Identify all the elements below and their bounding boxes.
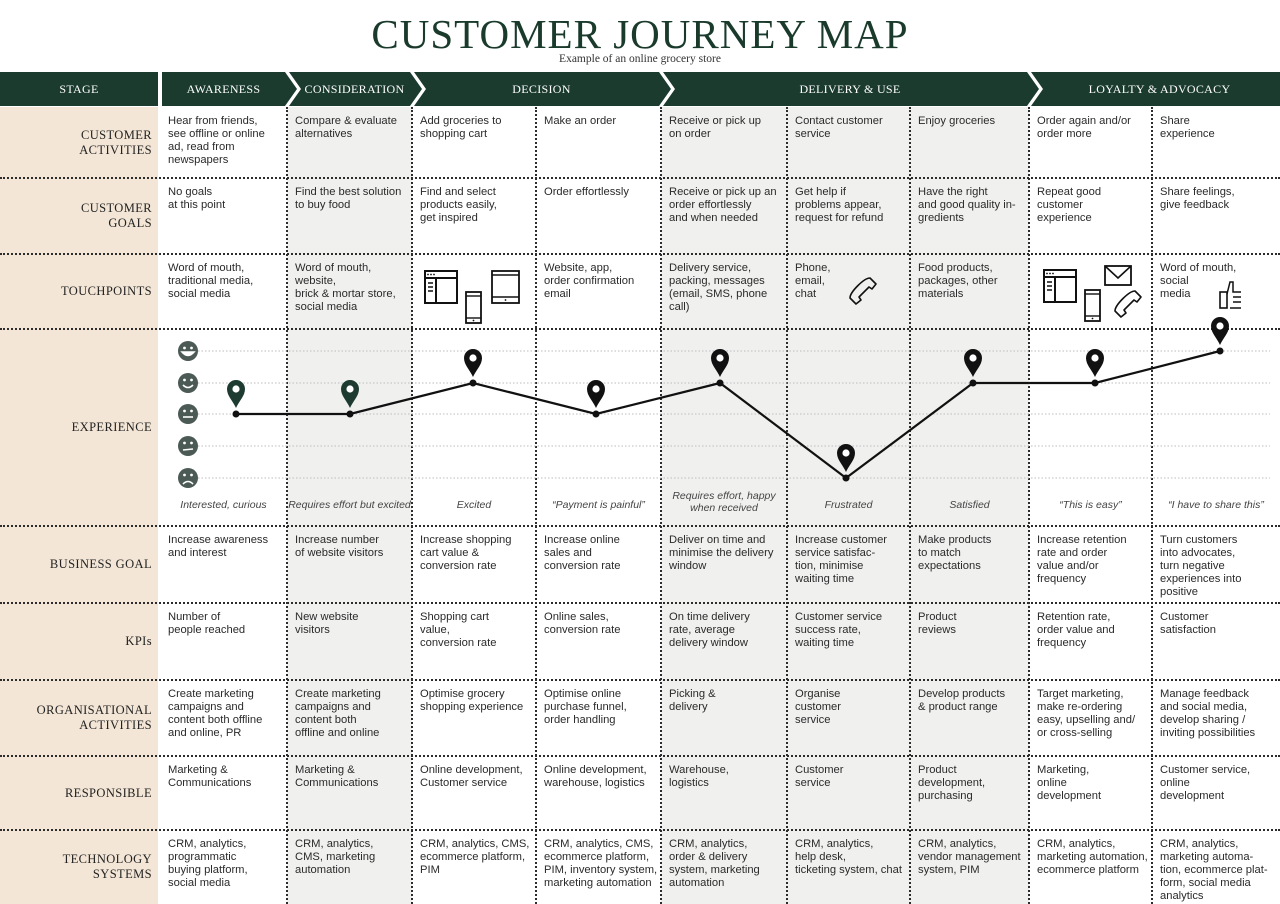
smartphone-icon xyxy=(465,291,482,324)
face-eye xyxy=(183,441,186,445)
experience-chart xyxy=(178,265,1270,488)
location-pin-icon xyxy=(964,349,982,377)
pin-hole xyxy=(969,354,977,362)
experience-emotion-label: Requires effort, happy when received xyxy=(672,490,776,514)
browser-window-icon xyxy=(1043,269,1077,303)
experience-point xyxy=(232,410,240,418)
face-eye xyxy=(190,473,193,477)
thumb-hand xyxy=(1226,281,1241,309)
location-pin-icon xyxy=(227,380,245,408)
pin-hole xyxy=(469,354,477,362)
experience-emotion-label: “Payment is painful” xyxy=(552,499,645,511)
pin-hole xyxy=(842,449,850,457)
pin-shape xyxy=(464,349,482,377)
experience-point xyxy=(346,410,354,418)
experience-emotion-label: “This is easy” xyxy=(1059,499,1122,511)
handset-shape xyxy=(1114,290,1142,318)
face-eye xyxy=(183,378,186,382)
neutral-face-icon xyxy=(178,404,198,424)
pin-hole xyxy=(1216,322,1224,330)
experience-emotion-label: Interested, curious xyxy=(180,499,267,511)
experience-emotion-label: Requires effort but excited xyxy=(288,499,411,511)
face-eye xyxy=(183,346,186,350)
pin-hole xyxy=(1091,354,1099,362)
pin-shape xyxy=(837,444,855,472)
pin-hole xyxy=(716,354,724,362)
face-eye xyxy=(190,409,193,413)
experience-emotion-label: “I have to share this” xyxy=(1168,499,1264,511)
pin-shape xyxy=(227,380,245,408)
phone-handset-icon xyxy=(1114,290,1142,318)
face-eye xyxy=(190,441,193,445)
experience-emotion-label: Frustrated xyxy=(824,499,873,511)
experience-point xyxy=(469,379,477,387)
experience-point xyxy=(1216,347,1224,355)
location-pin-icon xyxy=(1211,317,1229,345)
pin-shape xyxy=(1211,317,1229,345)
experience-point xyxy=(716,379,724,387)
face-circle xyxy=(178,436,198,456)
location-pin-icon xyxy=(711,349,729,377)
experience-point xyxy=(842,474,850,482)
phone-button xyxy=(1091,317,1094,320)
browser-dot xyxy=(1049,272,1051,275)
thumb-cuff xyxy=(1219,291,1228,309)
face-eye xyxy=(190,378,193,382)
pin-shape xyxy=(964,349,982,377)
experience-point xyxy=(1091,379,1099,387)
phone-handset-icon xyxy=(849,277,877,305)
tablet-icon xyxy=(491,270,520,304)
experience-point xyxy=(969,379,977,387)
pin-shape xyxy=(587,380,605,408)
face-mouth xyxy=(182,448,194,451)
location-pin-icon xyxy=(341,380,359,408)
journey-map-grid: STAGE AWARENESS CONSIDERATION DECISION DELIV… xyxy=(0,0,1280,904)
browser-dot xyxy=(430,273,432,276)
face-circle xyxy=(178,341,198,361)
location-pin-icon xyxy=(837,444,855,472)
pin-shape xyxy=(1086,349,1104,377)
touchpoint-icons xyxy=(424,265,1241,324)
phone-button xyxy=(472,319,475,322)
envelope-flap xyxy=(1104,265,1132,280)
smartphone-icon xyxy=(1084,289,1101,322)
location-pin-icon xyxy=(1086,349,1104,377)
pin-hole xyxy=(232,385,240,393)
pin-shape xyxy=(341,380,359,408)
face-eye xyxy=(190,346,193,350)
face-circle xyxy=(178,404,198,424)
happy-face-icon xyxy=(178,373,198,393)
slightly-sad-face-icon xyxy=(178,436,198,456)
envelope-icon xyxy=(1104,265,1132,286)
tablet-button xyxy=(504,299,507,301)
location-pin-icon xyxy=(587,380,605,408)
tablet-frame xyxy=(491,270,520,304)
face-circle xyxy=(178,373,198,393)
pin-hole xyxy=(592,385,600,393)
browser-dot xyxy=(1046,272,1048,275)
experience-emotion-label: Excited xyxy=(456,499,492,511)
browser-dot xyxy=(1052,272,1054,275)
pin-hole xyxy=(346,385,354,393)
experience-emotion-label: Satisfied xyxy=(949,499,990,511)
browser-window-icon xyxy=(424,270,458,304)
browser-dot xyxy=(427,273,429,276)
thumbs-up-icon xyxy=(1219,281,1241,309)
face-eye xyxy=(183,409,186,413)
experience-point xyxy=(592,410,600,418)
very-happy-face-icon xyxy=(178,341,198,361)
browser-dot xyxy=(433,273,435,276)
sad-face-icon xyxy=(178,468,198,488)
pin-shape xyxy=(711,349,729,377)
face-eye xyxy=(183,473,186,477)
location-pin-icon xyxy=(464,349,482,377)
handset-shape xyxy=(849,277,877,305)
face-circle xyxy=(178,468,198,488)
